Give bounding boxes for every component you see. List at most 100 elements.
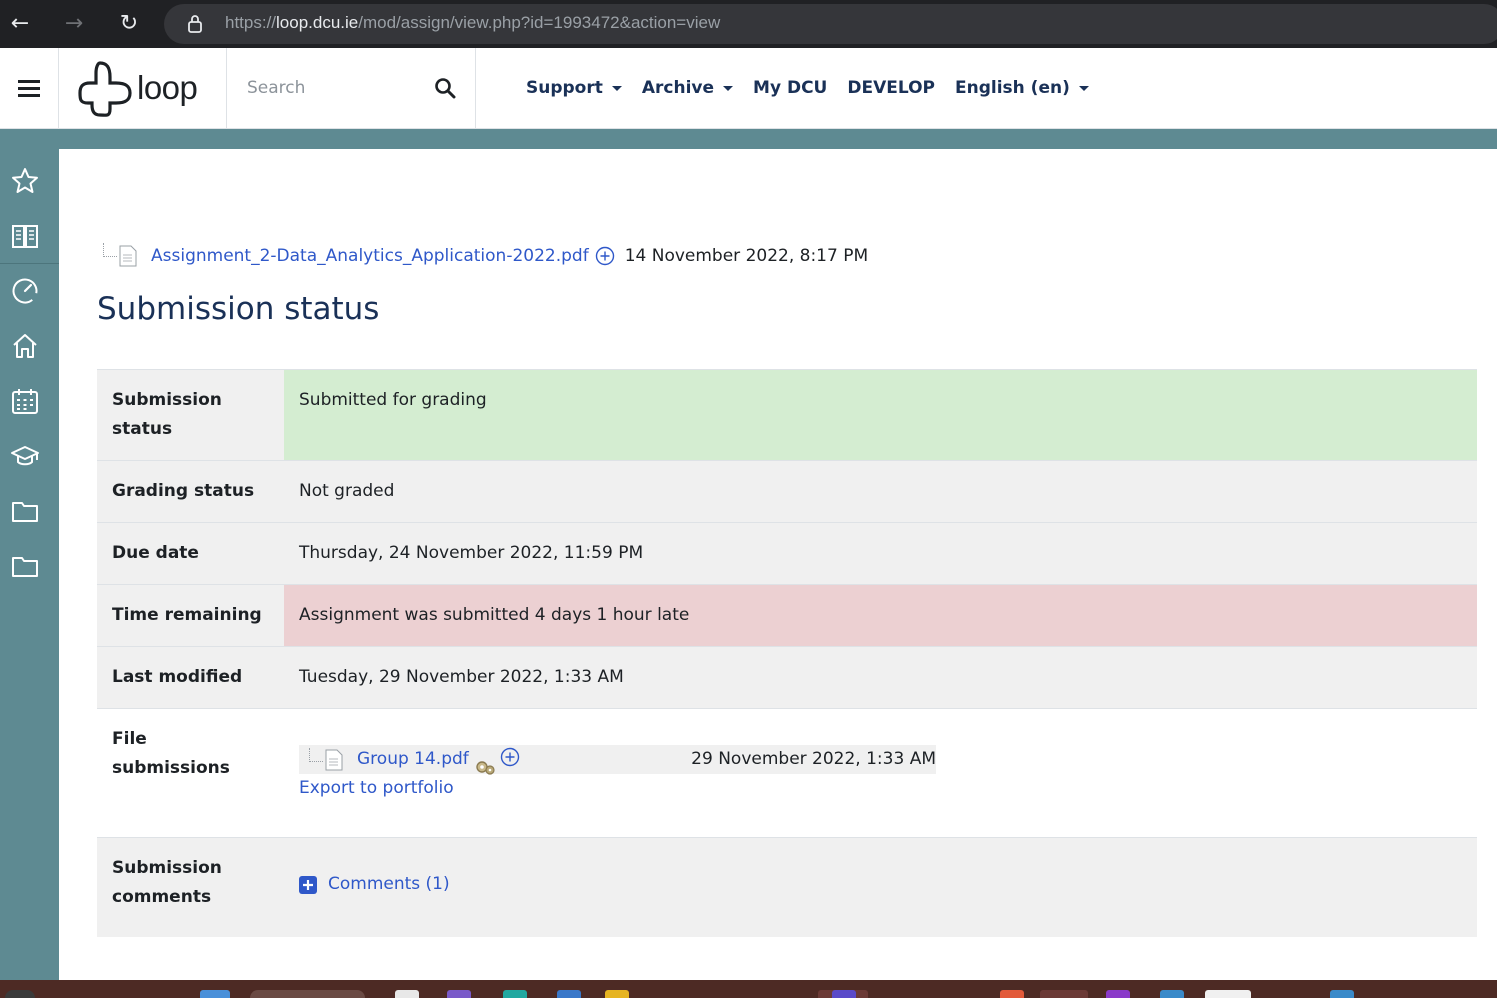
taskbar-item[interactable] bbox=[1106, 990, 1130, 998]
browser-toolbar: ← → ↻ https://loop.dcu.ie/mod/assign/vie… bbox=[0, 0, 1497, 48]
nav-my-dcu-link[interactable]: My DCU bbox=[753, 78, 827, 98]
graduation-cap-icon[interactable] bbox=[10, 441, 40, 471]
nav-support-label: Support bbox=[526, 78, 603, 98]
last-modified-value: Tuesday, 29 November 2022, 1:33 AM bbox=[284, 646, 1477, 709]
table-row: Submission comments Comments (1) bbox=[97, 837, 1477, 937]
calendar-icon[interactable] bbox=[10, 386, 40, 416]
site-logo[interactable]: loop bbox=[59, 48, 227, 128]
tree-connector bbox=[309, 747, 323, 762]
taskbar-item[interactable] bbox=[250, 990, 365, 998]
taskbar-item[interactable] bbox=[832, 990, 856, 998]
taskbar-item[interactable] bbox=[1000, 990, 1024, 998]
file-submissions-cell: Group 14.pdf 29 November 2022, 1:33 AM E… bbox=[284, 708, 1477, 838]
site-navbar: loop Support Archive My DCU DEVELOP Engl… bbox=[0, 48, 1497, 129]
taskbar-item[interactable] bbox=[5, 990, 35, 998]
drawer-toggle-button[interactable] bbox=[0, 48, 59, 128]
gear-icon bbox=[476, 760, 495, 775]
taskbar-item[interactable] bbox=[447, 990, 471, 998]
assignment-file-link[interactable]: Assignment_2-Data_Analytics_Application-… bbox=[151, 246, 589, 266]
taskbar-item[interactable] bbox=[200, 990, 230, 998]
taskbar-item[interactable] bbox=[1160, 990, 1184, 998]
submitted-file-date: 29 November 2022, 1:33 AM bbox=[691, 749, 936, 769]
folder-icon[interactable] bbox=[10, 551, 40, 581]
row-label: Submission comments bbox=[97, 837, 284, 937]
caret-down-icon bbox=[723, 85, 734, 91]
circle-plus-icon[interactable] bbox=[595, 246, 615, 266]
nav-archive-label: Archive bbox=[641, 78, 715, 98]
row-label: Due date bbox=[97, 522, 284, 585]
assignment-attachment: Assignment_2-Data_Analytics_Application-… bbox=[103, 243, 869, 267]
caret-down-icon bbox=[1078, 85, 1089, 91]
reload-icon[interactable]: ↻ bbox=[115, 10, 143, 38]
taskbar-item[interactable] bbox=[1205, 990, 1251, 998]
row-label: Last modified bbox=[97, 646, 284, 709]
taskbar-item[interactable] bbox=[605, 990, 629, 998]
loop-logo-icon bbox=[78, 61, 132, 117]
submission-status-heading: Submission status bbox=[97, 291, 380, 327]
language-menu[interactable]: English (en) bbox=[955, 78, 1089, 98]
search-icon[interactable] bbox=[434, 77, 456, 99]
taskbar-item[interactable] bbox=[557, 990, 581, 998]
assignment-file-date: 14 November 2022, 8:17 PM bbox=[624, 246, 869, 266]
pdf-file-icon bbox=[325, 749, 343, 770]
taskbar-item[interactable] bbox=[503, 990, 527, 998]
back-arrow-icon[interactable]: ← bbox=[6, 10, 34, 38]
taskbar-item[interactable] bbox=[1040, 990, 1088, 998]
url-path: /mod/assign/view.php?id=1993472&action=v… bbox=[358, 13, 721, 32]
os-taskbar bbox=[0, 980, 1497, 998]
url-host: loop.dcu.ie bbox=[276, 13, 359, 32]
submission-status-value: Submitted for grading bbox=[284, 369, 1477, 461]
nav-archive-menu[interactable]: Archive bbox=[641, 78, 734, 98]
lock-icon[interactable] bbox=[186, 13, 204, 35]
taskbar-item[interactable] bbox=[395, 990, 419, 998]
nav-develop-label: DEVELOP bbox=[847, 78, 935, 98]
taskbar-item[interactable] bbox=[1330, 990, 1354, 998]
dashboard-icon[interactable] bbox=[10, 276, 40, 306]
star-icon[interactable] bbox=[10, 166, 40, 196]
comments-link[interactable]: Comments (1) bbox=[328, 870, 450, 899]
caret-down-icon bbox=[611, 85, 622, 91]
circle-plus-icon[interactable] bbox=[500, 747, 520, 767]
comments-toggle[interactable]: Comments (1) bbox=[299, 870, 1462, 899]
primary-navigation: Support Archive My DCU DEVELOP English (… bbox=[516, 48, 1099, 128]
row-label: Grading status bbox=[97, 460, 284, 523]
forward-arrow-icon[interactable]: → bbox=[60, 10, 88, 38]
submission-comments-cell: Comments (1) bbox=[284, 837, 1477, 937]
table-row: Submission status Submitted for grading bbox=[97, 369, 1477, 461]
file-submissions-list: Group 14.pdf 29 November 2022, 1:33 AM E… bbox=[299, 745, 936, 803]
nav-my-dcu-label: My DCU bbox=[753, 78, 828, 98]
url-scheme: https:// bbox=[225, 13, 277, 32]
table-row: Time remaining Assignment was submitted … bbox=[97, 584, 1477, 647]
grading-status-value: Not graded bbox=[284, 460, 1477, 523]
export-to-portfolio-link[interactable]: Export to portfolio bbox=[299, 774, 454, 803]
table-row: Last modified Tuesday, 29 November 2022,… bbox=[97, 646, 1477, 709]
submitted-file-link[interactable]: Group 14.pdf bbox=[357, 745, 469, 774]
hamburger-icon bbox=[18, 80, 40, 97]
logo-text: loop bbox=[137, 69, 198, 106]
home-icon[interactable] bbox=[10, 331, 40, 361]
table-row: Grading status Not graded bbox=[97, 460, 1477, 523]
row-label: Time remaining bbox=[97, 584, 284, 647]
plus-square-icon bbox=[299, 875, 317, 894]
list-item: Group 14.pdf 29 November 2022, 1:33 AM bbox=[299, 745, 936, 775]
due-date-value: Thursday, 24 November 2022, 11:59 PM bbox=[284, 522, 1477, 585]
left-icon-rail bbox=[0, 129, 59, 980]
table-row: Due date Thursday, 24 November 2022, 11:… bbox=[97, 522, 1477, 585]
book-icon[interactable] bbox=[10, 221, 40, 251]
search-box bbox=[227, 48, 476, 128]
folder-icon[interactable] bbox=[10, 496, 40, 526]
language-label: English (en) bbox=[955, 78, 1070, 98]
nav-develop-link[interactable]: DEVELOP bbox=[847, 78, 935, 98]
row-label: File submissions bbox=[97, 708, 284, 838]
pdf-file-icon bbox=[119, 245, 137, 267]
search-input[interactable] bbox=[227, 48, 427, 128]
header-strip bbox=[0, 129, 1497, 149]
time-remaining-value: Assignment was submitted 4 days 1 hour l… bbox=[284, 584, 1477, 647]
table-row: File submissions Group 14.pdf 29 Novembe… bbox=[97, 708, 1477, 838]
tree-connector bbox=[103, 243, 117, 257]
row-label: Submission status bbox=[97, 369, 284, 461]
url-text[interactable]: https://loop.dcu.ie/mod/assign/view.php?… bbox=[225, 13, 720, 33]
submission-status-table: Submission status Submitted for grading … bbox=[97, 369, 1477, 937]
rail-divider bbox=[0, 263, 59, 264]
nav-support-menu[interactable]: Support bbox=[526, 78, 622, 98]
